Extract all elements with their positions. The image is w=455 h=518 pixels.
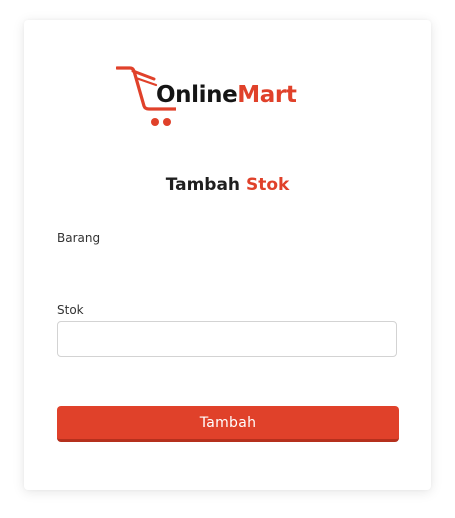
title-main: Tambah (165, 175, 241, 195)
title-accent: Stok (245, 175, 290, 195)
brand-name-online: Online (156, 82, 238, 108)
barang-label: Barang (57, 231, 101, 245)
stok-label: Stok (57, 303, 84, 317)
stok-input[interactable] (57, 321, 397, 357)
brand-name: OnlineMart (156, 80, 297, 110)
brand-name-mart: Mart (237, 82, 297, 108)
onlinemart-logo: OnlineMart (116, 66, 306, 128)
add-stock-card: OnlineMart Tambah Stok Barang Stok Tamba… (24, 20, 431, 490)
tambah-button[interactable]: Tambah (57, 406, 399, 442)
page-title: Tambah Stok (24, 174, 431, 196)
